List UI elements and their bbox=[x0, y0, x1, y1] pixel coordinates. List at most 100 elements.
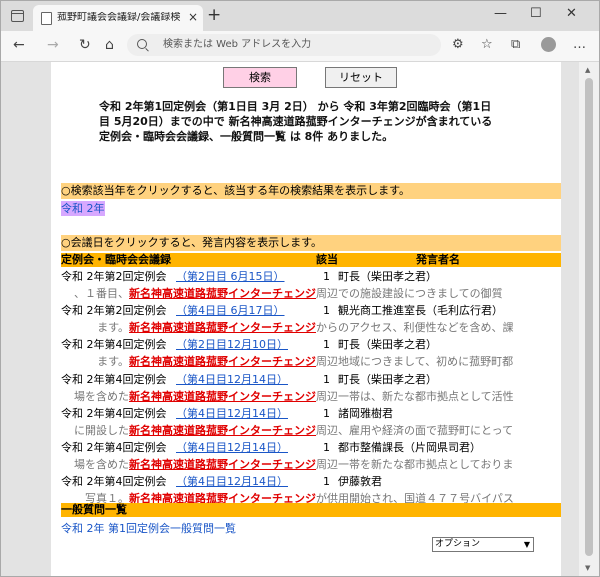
keyword-highlight: 新名神高速道路菰野インターチェンジ bbox=[129, 355, 316, 369]
table-row: 令和 2年第4回定例会 （第4日目12月14日） 1 都市整備課長（片岡県司君） bbox=[61, 439, 561, 456]
browser-window: 菰野町議会会議録/会議録検索シス × + — ☐ ✕ ← → ↻ ⌂ 検索または… bbox=[0, 0, 600, 577]
row-date-link[interactable]: （第4日目12月14日） bbox=[176, 439, 288, 456]
tab-actions-icon[interactable] bbox=[11, 10, 24, 22]
keyword-highlight: 新名神高速道路菰野インターチェンジ bbox=[129, 287, 316, 300]
row-session: 令和 2年第4回定例会 bbox=[61, 372, 167, 386]
row-speaker: 観光商工推進室長（毛利広行君） bbox=[338, 304, 503, 318]
snippet-line: 場を含めた新名神高速道路菰野インターチェンジ周辺一帯は、新たな都市拠点として活性 bbox=[71, 388, 561, 405]
snippet-line: 場を含めた新名神高速道路菰野インターチェンジ周辺一帯を新たな都市拠点としておりま bbox=[71, 456, 561, 473]
minimize-button[interactable]: — bbox=[494, 7, 507, 21]
new-tab-button[interactable]: + bbox=[207, 6, 221, 24]
profile-avatar[interactable] bbox=[541, 37, 556, 52]
keyword-highlight: 新名神高速道路菰野インターチェンジ bbox=[129, 389, 316, 403]
snippet-prefix: 場を含めた bbox=[74, 389, 129, 403]
table-row: 令和 2年第4回定例会 （第4日目12月14日） 1 町長（柴田孝之君） bbox=[61, 371, 561, 388]
row-speaker: 諸岡雅樹君 bbox=[338, 406, 393, 420]
search-button[interactable]: 検索 bbox=[223, 67, 297, 88]
scroll-up-icon[interactable]: ▲ bbox=[585, 66, 590, 74]
row-date-link[interactable]: （第2日目 6月15日） bbox=[176, 268, 285, 285]
row-date-link[interactable]: （第4日目 6月17日） bbox=[176, 302, 285, 319]
tab-title: 菰野町議会会議録/会議録検索シス bbox=[57, 12, 181, 23]
table-row: 令和 2年第4回定例会 （第4日目12月14日） 1 伊藤敦君 bbox=[61, 473, 561, 490]
page-left-gutter bbox=[1, 62, 51, 576]
row-speaker: 町長（柴田孝之君） bbox=[338, 372, 437, 386]
snippet-prefix: ます。 bbox=[97, 321, 129, 335]
snippet-prefix: ます。 bbox=[97, 355, 129, 369]
row-session: 令和 2年第4回定例会 bbox=[61, 338, 167, 352]
snippet-line: ます。新名神高速道路菰野インターチェンジからのアクセス、利便性などを含め、課 bbox=[71, 319, 561, 336]
page-content: 検索 リセット 令和 2年第1回定例会（第1日目 3月 2日） から 令和 3年… bbox=[51, 62, 561, 576]
row-count: 1 bbox=[323, 475, 330, 489]
option-select[interactable]: オプション ▼ bbox=[432, 537, 534, 552]
row-speaker: 伊藤敦君 bbox=[338, 475, 382, 489]
row-count: 1 bbox=[323, 441, 330, 454]
row-speaker: 都市整備課長（片岡県司君） bbox=[338, 441, 481, 454]
date-notice: ○会議日をクリックすると、発言内容を表示します。 bbox=[61, 235, 561, 251]
keyword-highlight: 新名神高速道路菰野インターチェンジ bbox=[129, 458, 316, 471]
row-session: 令和 2年第4回定例会 bbox=[61, 475, 167, 489]
table-row: 令和 2年第2回定例会 （第4日目 6月17日） 1 観光商工推進室長（毛利広行君） bbox=[61, 302, 561, 319]
results-header: 定例会・臨時会会議録 該当 発言者名 bbox=[61, 253, 561, 267]
table-row: 令和 2年第4回定例会 （第2日目12月10日） 1 町長（柴田孝之君） bbox=[61, 336, 561, 353]
header-speaker: 発言者名 bbox=[416, 253, 460, 266]
row-speaker: 町長（柴田孝之君） bbox=[338, 338, 437, 352]
row-count: 1 bbox=[323, 372, 330, 386]
row-session: 令和 2年第2回定例会 bbox=[61, 270, 167, 283]
reset-button[interactable]: リセット bbox=[325, 67, 397, 88]
row-count: 1 bbox=[323, 338, 330, 352]
snippet-suffix: 周辺での施設建設につきましての御質 bbox=[316, 287, 503, 300]
row-speaker: 町長（柴田孝之君） bbox=[338, 270, 437, 283]
row-date-link[interactable]: （第4日目12月14日） bbox=[176, 371, 288, 388]
maximize-button[interactable]: ☐ bbox=[530, 7, 542, 21]
row-session: 令和 2年第2回定例会 bbox=[61, 304, 167, 318]
row-count: 1 bbox=[323, 406, 330, 420]
table-row: 令和 2年第4回定例会 （第4日目12月14日） 1 諸岡雅樹君 bbox=[61, 405, 561, 422]
more-menu-icon[interactable]: … bbox=[573, 38, 586, 52]
address-placeholder: 検索または Web アドレスを入力 bbox=[163, 39, 312, 50]
address-bar-row: ← → ↻ ⌂ 検索または Web アドレスを入力 ⚙ ☆ ⧉ … bbox=[1, 31, 599, 62]
close-window-button[interactable]: ✕ bbox=[566, 7, 577, 21]
snippet-line: 、１番目、新名神高速道路菰野インターチェンジ周辺での施設建設につきましての御質 bbox=[71, 285, 561, 302]
home-icon[interactable]: ⌂ bbox=[105, 37, 114, 53]
scrollbar[interactable]: ▲ ▼ bbox=[579, 62, 599, 576]
chevron-down-icon: ▼ bbox=[523, 540, 530, 549]
option-select-value: オプション bbox=[435, 539, 481, 549]
page-right-gutter bbox=[561, 62, 579, 576]
keyword-highlight: 新名神高速道路菰野インターチェンジ bbox=[129, 423, 316, 437]
scroll-down-icon[interactable]: ▼ bbox=[585, 564, 590, 572]
extensions-icon[interactable]: ⚙ bbox=[452, 38, 464, 52]
snippet-line: ます。新名神高速道路菰野インターチェンジ周辺地域につきまして、初めに菰野町都 bbox=[71, 353, 561, 370]
back-icon[interactable]: ← bbox=[13, 37, 25, 53]
snippet-suffix: 周辺、雇用や経済の面で菰野町にとって bbox=[316, 423, 514, 437]
row-count: 1 bbox=[323, 270, 330, 283]
row-session: 令和 2年第4回定例会 bbox=[61, 406, 167, 420]
refresh-icon[interactable]: ↻ bbox=[79, 37, 91, 53]
snippet-prefix: 、１番目、 bbox=[74, 287, 129, 300]
snippet-suffix: 周辺地域につきまして、初めに菰野町都 bbox=[316, 355, 514, 369]
page-favicon-icon bbox=[41, 12, 52, 25]
table-row: 令和 2年第2回定例会 （第2日目 6月15日） 1 町長（柴田孝之君） bbox=[61, 268, 561, 285]
row-session: 令和 2年第4回定例会 bbox=[61, 441, 167, 454]
general-question-link[interactable]: 令和 2年 第1回定例会一般質問一覧 bbox=[61, 521, 236, 536]
snippet-prefix: に開設した bbox=[74, 423, 129, 437]
browser-tab[interactable]: 菰野町議会会議録/会議録検索シス × bbox=[33, 5, 203, 31]
year-link[interactable]: 令和 2年 bbox=[61, 201, 105, 216]
tab-strip: 菰野町議会会議録/会議録検索シス × + — ☐ ✕ bbox=[1, 1, 599, 31]
tab-close-icon[interactable]: × bbox=[188, 10, 198, 24]
header-session: 定例会・臨時会会議録 bbox=[61, 253, 171, 266]
row-date-link[interactable]: （第4日目12月14日） bbox=[176, 405, 288, 422]
snippet-suffix: 周辺一帯は、新たな都市拠点として活性 bbox=[316, 389, 514, 403]
collections-icon[interactable]: ⧉ bbox=[511, 38, 520, 52]
snippet-prefix: 場を含めた bbox=[74, 458, 129, 471]
year-notice: ○検索該当年をクリックすると、該当する年の検索結果を表示します。 bbox=[61, 183, 561, 199]
favorites-icon[interactable]: ☆ bbox=[481, 38, 493, 52]
scrollbar-thumb[interactable] bbox=[585, 78, 593, 556]
address-input[interactable]: 検索または Web アドレスを入力 bbox=[127, 34, 441, 56]
row-date-link[interactable]: （第2日目12月10日） bbox=[176, 336, 288, 353]
row-date-link[interactable]: （第4日目12月14日） bbox=[176, 473, 288, 490]
forward-icon[interactable]: → bbox=[47, 37, 59, 53]
snippet-line: に開設した新名神高速道路菰野インターチェンジ周辺、雇用や経済の面で菰野町にとって bbox=[71, 422, 561, 439]
snippet-suffix: からのアクセス、利便性などを含め、課 bbox=[316, 321, 514, 335]
keyword-highlight: 新名神高速道路菰野インターチェンジ bbox=[129, 321, 316, 335]
search-summary: 令和 2年第1回定例会（第1日目 3月 2日） から 令和 3年第2回臨時会（第… bbox=[99, 100, 493, 143]
